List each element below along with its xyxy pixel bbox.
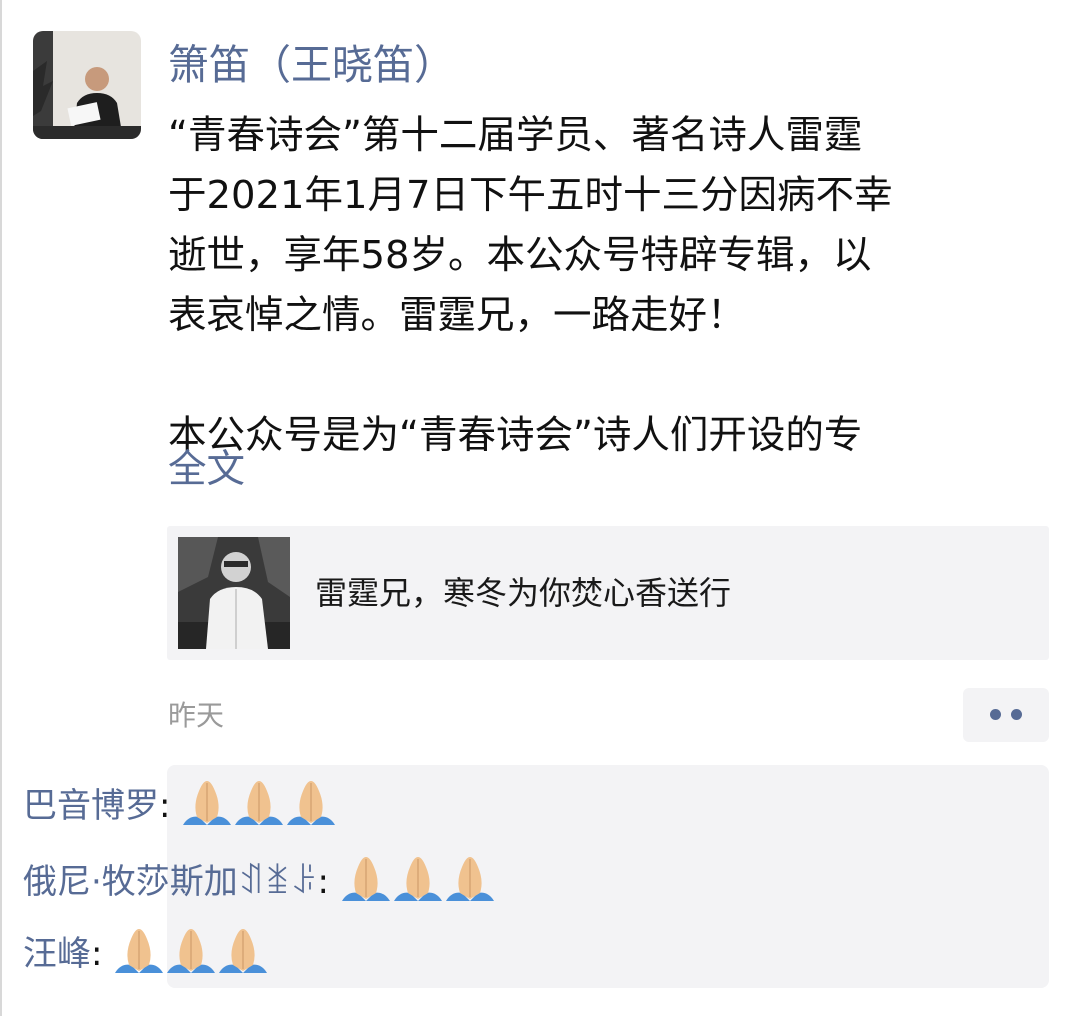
pray-hands-icon <box>233 779 285 825</box>
pray-hands-icon <box>181 779 233 825</box>
pray-hands-icon <box>285 779 337 825</box>
article-thumbnail <box>178 537 290 649</box>
post-text-line: 本公众号是为“青春诗会”诗人们开设的专 <box>168 413 863 458</box>
comment-item[interactable]: 巴音博罗: <box>23 776 337 836</box>
comment-author[interactable]: 俄尼·牧莎斯加ꀊꁧꌠ <box>23 862 318 902</box>
poster-name[interactable]: 箫笛（王晓笛） <box>168 38 455 92</box>
full-text-link[interactable]: 全文 <box>168 440 245 500</box>
pray-hands-icon <box>217 927 269 973</box>
pray-hands-icon <box>340 855 392 901</box>
post-body-text: “青春诗会”第十二届学员、著名诗人雷霆 于2021年1月7日下午五时十三分因病不… <box>168 106 1048 466</box>
post-text-line: “青春诗会”第十二届学员、著名诗人雷霆 <box>168 113 863 158</box>
post-text-line: 逝世，享年58岁。本公众号特辟专辑，以 <box>168 233 872 278</box>
pray-hands-icon <box>113 927 165 973</box>
comment-author[interactable]: 巴音博罗 <box>23 786 159 826</box>
comment-separator: : <box>317 862 329 902</box>
more-dots-icon <box>990 709 1001 720</box>
comment-item[interactable]: 汪峰: <box>23 924 269 984</box>
comment-item[interactable]: 俄尼·牧莎斯加ꀊꁧꌠ: <box>23 852 496 912</box>
pray-emoji-group <box>113 929 269 974</box>
pray-hands-icon <box>444 855 496 901</box>
post-text-line: 表哀悼之情。雷霆兄，一路走好！ <box>168 293 746 338</box>
post-timestamp: 昨天 <box>168 699 225 732</box>
poster-avatar[interactable] <box>33 31 141 139</box>
shared-article-card[interactable]: 雷霆兄，寒冬为你焚心香送行 <box>167 526 1049 660</box>
more-actions-button[interactable] <box>963 688 1049 742</box>
comment-author[interactable]: 汪峰 <box>23 934 91 974</box>
post-text-line <box>168 346 1048 406</box>
pray-hands-icon <box>392 855 444 901</box>
more-dots-icon <box>1011 709 1022 720</box>
pray-emoji-group <box>181 781 337 826</box>
pray-hands-icon <box>165 927 217 973</box>
post-text-line: 于2021年1月7日下午五时十三分因病不幸 <box>168 173 893 218</box>
article-title: 雷霆兄，寒冬为你焚心香送行 <box>315 574 732 612</box>
screen-edge-divider <box>0 0 2 1016</box>
comment-separator: : <box>91 934 103 974</box>
comment-separator: : <box>159 786 171 826</box>
pray-emoji-group <box>340 857 496 902</box>
